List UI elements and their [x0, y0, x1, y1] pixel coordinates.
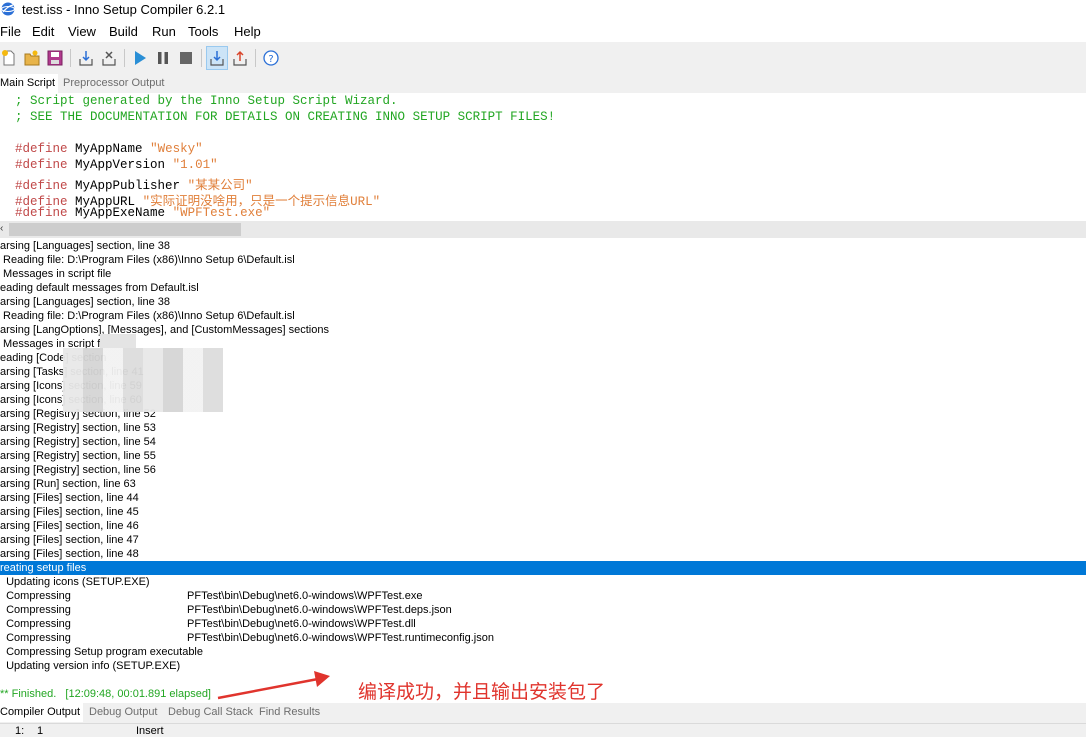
output-line[interactable]: arsing [Languages] section, line 38 — [0, 239, 1086, 253]
menu-build[interactable]: Build — [109, 24, 138, 39]
define-name: MyAppExeName — [75, 206, 166, 220]
save-icon[interactable] — [47, 49, 63, 67]
annotation-arrow-icon — [217, 671, 330, 700]
output-tabs: Compiler Output Debug Output Debug Call … — [0, 703, 1086, 723]
status-column: 1 — [37, 725, 44, 737]
output-line[interactable]: arsing [Files] section, line 46 — [0, 519, 1086, 533]
output-line[interactable]: Compressing PFTest\bin\Debug\net6.0-wind… — [0, 631, 1086, 645]
code-comment-line: ; Script generated by the Inno Setup Scr… — [15, 94, 398, 108]
script-editor[interactable]: ; Script generated by the Inno Setup Scr… — [0, 93, 1086, 221]
output-line[interactable]: arsing [Languages] section, line 38 — [0, 295, 1086, 309]
define-name: MyAppName — [75, 142, 143, 156]
svg-text:?: ? — [268, 54, 273, 65]
output-line[interactable]: arsing [Registry] section, line 55 — [0, 449, 1086, 463]
compile-icon[interactable] — [78, 49, 94, 67]
output-line[interactable]: arsing [Registry] section, line 53 — [0, 421, 1086, 435]
open-icon[interactable] — [24, 49, 40, 67]
help-icon[interactable]: ? — [263, 49, 279, 67]
output-line[interactable]: Updating version info (SETUP.EXE) — [0, 659, 1086, 673]
title-bar: test.iss - Inno Setup Compiler 6.2.1 — [0, 0, 1086, 22]
define-keyword: #define — [15, 206, 68, 220]
toolbar-separator — [201, 49, 202, 67]
pause-icon[interactable] — [155, 49, 171, 67]
target-setup-icon[interactable] — [209, 49, 225, 67]
output-line[interactable]: arsing [Files] section, line 44 — [0, 491, 1086, 505]
output-line[interactable]: arsing [Run] section, line 63 — [0, 477, 1086, 491]
define-value: "WPFTest.exe" — [172, 206, 271, 220]
output-line[interactable]: reating setup files — [0, 561, 1086, 575]
output-line[interactable]: arsing [Registry] section, line 54 — [0, 435, 1086, 449]
output-line[interactable]: Reading file: D:\Program Files (x86)\Inn… — [0, 253, 1086, 267]
stop-compile-icon[interactable] — [101, 49, 117, 67]
output-line[interactable]: arsing [Registry] section, line 56 — [0, 463, 1086, 477]
define-keyword: #define — [15, 142, 68, 156]
output-line[interactable]: Compressing PFTest\bin\Debug\net6.0-wind… — [0, 617, 1086, 631]
menu-tools[interactable]: Tools — [188, 24, 218, 39]
status-insert-mode: Insert — [136, 725, 164, 737]
menu-bar: File Edit View Build Run Tools Help — [0, 22, 1086, 42]
output-line[interactable]: arsing [LangOptions], [Messages], and [C… — [0, 323, 1086, 337]
menu-edit[interactable]: Edit — [32, 24, 54, 39]
editor-tabs: Main Script Preprocessor Output — [0, 74, 1086, 93]
compiler-output-list[interactable]: arsing [Languages] section, line 38 Read… — [0, 238, 1086, 703]
redacted-path-blur — [63, 348, 223, 412]
output-line[interactable]: Compressing PFTest\bin\Debug\net6.0-wind… — [0, 589, 1086, 603]
tab-compiler-output[interactable]: Compiler Output — [0, 703, 84, 722]
menu-view[interactable]: View — [68, 24, 96, 39]
menu-file[interactable]: File — [0, 24, 21, 39]
define-value: "1.01" — [172, 158, 218, 172]
output-line[interactable]: Messages in script file — [0, 267, 1086, 281]
redacted-path-blur — [100, 334, 136, 348]
output-line[interactable]: Compressing Setup program executable — [0, 645, 1086, 659]
status-line: 1: — [15, 725, 25, 737]
run-icon[interactable] — [132, 49, 148, 67]
define-name: MyAppVersion — [75, 158, 166, 172]
output-line[interactable]: eading default messages from Default.isl — [0, 281, 1086, 295]
tab-debug-call-stack[interactable]: Debug Call Stack — [168, 706, 253, 718]
code-comment-line: ; SEE THE DOCUMENTATION FOR DETAILS ON C… — [15, 110, 556, 124]
toolbar-separator — [255, 49, 256, 67]
define-keyword: #define — [15, 158, 68, 172]
output-line[interactable]: Compressing PFTest\bin\Debug\net6.0-wind… — [0, 603, 1086, 617]
code-define-line: #define MyAppExeName "WPFTest.exe" — [15, 206, 270, 220]
output-line[interactable]: Reading file: D:\Program Files (x86)\Inn… — [0, 309, 1086, 323]
menu-help[interactable]: Help — [234, 24, 261, 39]
code-define-line: #define MyAppVersion "1.01" — [15, 158, 218, 172]
define-value: "Wesky" — [150, 142, 203, 156]
annotation-text: 编译成功，并且输出安装包了 — [358, 681, 606, 703]
output-line[interactable]: arsing [Files] section, line 48 — [0, 547, 1086, 561]
tab-main-script[interactable]: Main Script — [0, 74, 59, 93]
tab-debug-output[interactable]: Debug Output — [89, 706, 158, 718]
code-define-line: #define MyAppName "Wesky" — [15, 142, 203, 156]
inno-setup-globe-icon — [1, 2, 15, 16]
toolbar: ? — [0, 42, 1086, 74]
status-bar: 1: 1 Insert — [0, 723, 1086, 737]
tab-find-results[interactable]: Find Results — [259, 706, 320, 718]
toolbar-separator — [70, 49, 71, 67]
terminate-icon[interactable] — [178, 49, 194, 67]
output-line[interactable]: Updating icons (SETUP.EXE) — [0, 575, 1086, 589]
output-line[interactable]: arsing [Files] section, line 47 — [0, 533, 1086, 547]
output-line[interactable]: arsing [Files] section, line 45 — [0, 505, 1086, 519]
new-icon[interactable] — [1, 49, 17, 67]
window-title: test.iss - Inno Setup Compiler 6.2.1 — [22, 2, 226, 17]
toolbar-separator — [124, 49, 125, 67]
editor-horizontal-scrollbar[interactable]: ‹ — [0, 221, 1086, 238]
scrollbar-thumb[interactable] — [9, 223, 241, 236]
menu-run[interactable]: Run — [152, 24, 176, 39]
scroll-left-arrow-icon[interactable]: ‹ — [0, 223, 3, 234]
target-uninstall-icon[interactable] — [232, 49, 248, 67]
tab-preprocessor-output[interactable]: Preprocessor Output — [63, 77, 165, 89]
